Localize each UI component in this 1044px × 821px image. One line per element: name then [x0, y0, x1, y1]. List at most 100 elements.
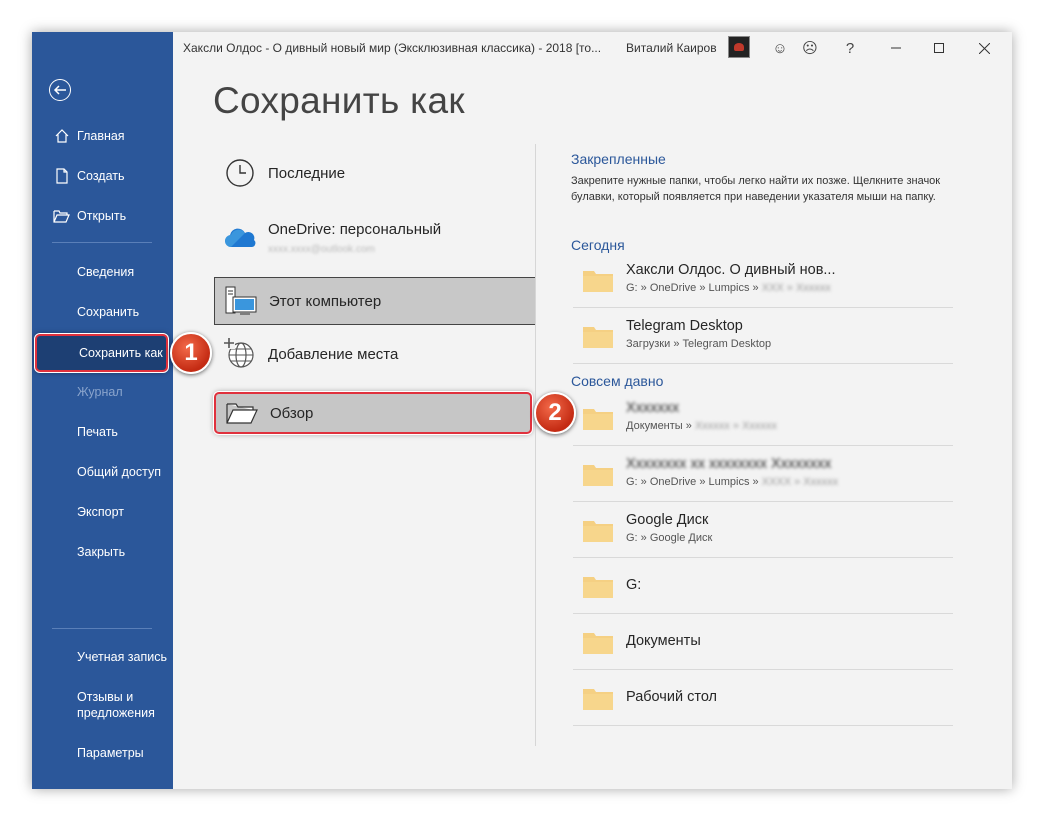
nav-home-label: Главная [77, 129, 125, 143]
folder-icon [583, 686, 613, 710]
folder-icon [583, 268, 613, 292]
smile-icon[interactable]: ☺ [770, 38, 790, 58]
nav-share[interactable]: Общий доступ [32, 456, 173, 488]
location-add-place[interactable]: Добавление места [214, 330, 536, 378]
folder-row[interactable]: Документы [573, 614, 953, 670]
nav-info-label: Сведения [77, 265, 135, 279]
folder-path: G: » Google Диск [626, 532, 713, 544]
maximize-icon[interactable] [929, 38, 949, 58]
nav-close[interactable]: Закрыть [32, 536, 173, 568]
pinned-hint: Закрепите нужные папки, чтобы легко найт… [571, 175, 941, 203]
user-name[interactable]: Виталий Каиров [626, 41, 717, 55]
nav-history: Журнал [32, 376, 173, 408]
today-heading: Сегодня [571, 237, 625, 253]
word-backstage-window: Главная Создать Открыть Сведения Сохрани… [32, 32, 1012, 789]
folder-name: G: [626, 577, 642, 593]
folder-name: Хххххххх хх хххххххх Хххххххх [626, 456, 832, 472]
onedrive-email: xxxx.xxxx@outlook.com [268, 244, 375, 255]
location-onedrive-text: OneDrive: персональный xxxx.xxxx@outlook… [268, 221, 441, 255]
folder-row[interactable]: Рабочий стол [573, 670, 953, 726]
new-document-icon [52, 168, 72, 184]
frown-icon[interactable]: ☹ [800, 38, 820, 58]
sidebar-divider [52, 628, 152, 629]
step-badge-2: 2 [534, 392, 576, 434]
nav-home[interactable]: Главная [32, 120, 173, 152]
sidebar-divider [52, 242, 152, 243]
folder-icon [583, 324, 613, 348]
folder-name: Ххххххх [626, 400, 680, 416]
location-onedrive[interactable]: OneDrive: персональный xxxx.xxxx@outlook… [214, 214, 536, 262]
location-browse-label: Обзор [270, 404, 314, 422]
avatar[interactable] [728, 36, 750, 58]
folder-name: Документы [626, 633, 701, 649]
step-badge-1: 1 [170, 332, 212, 374]
pane-divider [535, 144, 536, 746]
location-recent-label: Последние [268, 164, 346, 182]
folder-row[interactable]: Telegram Desktop Загрузки » Telegram Des… [573, 308, 953, 364]
nav-save[interactable]: Сохранить [32, 296, 173, 328]
folder-row[interactable]: Хххххххх хх хххххххх Хххххххх G: » OneDr… [573, 446, 953, 502]
home-icon [52, 128, 72, 144]
close-icon[interactable] [974, 38, 994, 58]
folder-path: G: » OneDrive » Lumpics » ХХХ » Хххххх [626, 282, 831, 294]
add-place-icon [222, 336, 258, 372]
title-bar: Хаксли Олдос - О дивный новый мир (Экскл… [173, 32, 1012, 66]
back-arrow-icon[interactable] [49, 79, 71, 101]
nav-print-label: Печать [77, 425, 118, 439]
help-icon[interactable]: ? [840, 38, 860, 58]
backstage-sidebar: Главная Создать Открыть Сведения Сохрани… [32, 32, 173, 789]
nav-info[interactable]: Сведения [32, 256, 173, 288]
folder-icon [583, 406, 613, 430]
folder-path: Документы » Хххххх » Хххххх [626, 420, 777, 432]
nav-history-label: Журнал [77, 385, 123, 399]
computer-icon [223, 283, 259, 319]
document-title: Хаксли Олдос - О дивный новый мир (Экскл… [183, 41, 602, 55]
nav-export-label: Экспорт [77, 505, 124, 519]
folder-icon [583, 518, 613, 542]
folder-row[interactable]: Google Диск G: » Google Диск [573, 502, 953, 558]
browse-folder-icon [224, 395, 260, 431]
nav-share-label: Общий доступ [77, 465, 161, 479]
nav-close-label: Закрыть [77, 545, 126, 559]
nav-feedback[interactable]: Отзывы и предложения [32, 689, 173, 729]
folder-icon [583, 574, 613, 598]
folder-name: Рабочий стол [626, 689, 718, 705]
nav-open-label: Открыть [77, 209, 127, 223]
location-onedrive-label: OneDrive: персональный [268, 221, 442, 238]
nav-print[interactable]: Печать [32, 416, 173, 448]
pinned-heading: Закрепленные [571, 151, 666, 167]
nav-options-label: Параметры [77, 746, 144, 760]
location-this-pc[interactable]: Этот компьютер [214, 277, 536, 325]
nav-new[interactable]: Создать [32, 160, 173, 192]
folder-name: Telegram Desktop [626, 318, 743, 334]
folder-path: G: » OneDrive » Lumpics » ХХХХ » Хххххх [626, 476, 839, 488]
nav-feedback-label: Отзывы и предложения [77, 690, 155, 720]
location-add-place-label: Добавление места [268, 345, 399, 363]
page-title: Сохранить как [213, 80, 465, 121]
nav-export[interactable]: Экспорт [32, 496, 173, 528]
folder-path: Загрузки » Telegram Desktop [626, 338, 772, 350]
nav-options[interactable]: Параметры [32, 737, 173, 769]
folder-row[interactable]: G: [573, 558, 953, 614]
location-this-pc-label: Этот компьютер [269, 292, 382, 310]
folder-row[interactable]: Ххххххх Документы » Хххххх » Хххххх [573, 390, 953, 446]
nav-save-label: Сохранить [77, 305, 140, 319]
folder-name: Google Диск [626, 512, 709, 528]
nav-save-as[interactable]: Сохранить как [35, 334, 168, 372]
open-folder-icon [52, 209, 72, 223]
location-recent[interactable]: Последние [214, 149, 536, 197]
older-heading: Совсем давно [571, 373, 664, 389]
folder-icon [583, 630, 613, 654]
onedrive-icon [222, 220, 258, 256]
folder-icon [583, 462, 613, 486]
nav-new-label: Создать [77, 169, 125, 183]
minimize-icon[interactable] [886, 38, 906, 58]
clock-icon [222, 155, 258, 191]
location-browse[interactable]: Обзор [214, 392, 532, 434]
nav-open[interactable]: Открыть [32, 200, 173, 232]
nav-account-label: Учетная запись [77, 650, 168, 664]
nav-save-as-label: Сохранить как [79, 346, 163, 360]
folder-row[interactable]: Хаксли Олдос. О дивный нов... G: » OneDr… [573, 252, 953, 308]
folder-name: Хаксли Олдос. О дивный нов... [626, 262, 836, 278]
nav-account[interactable]: Учетная запись [32, 641, 173, 673]
